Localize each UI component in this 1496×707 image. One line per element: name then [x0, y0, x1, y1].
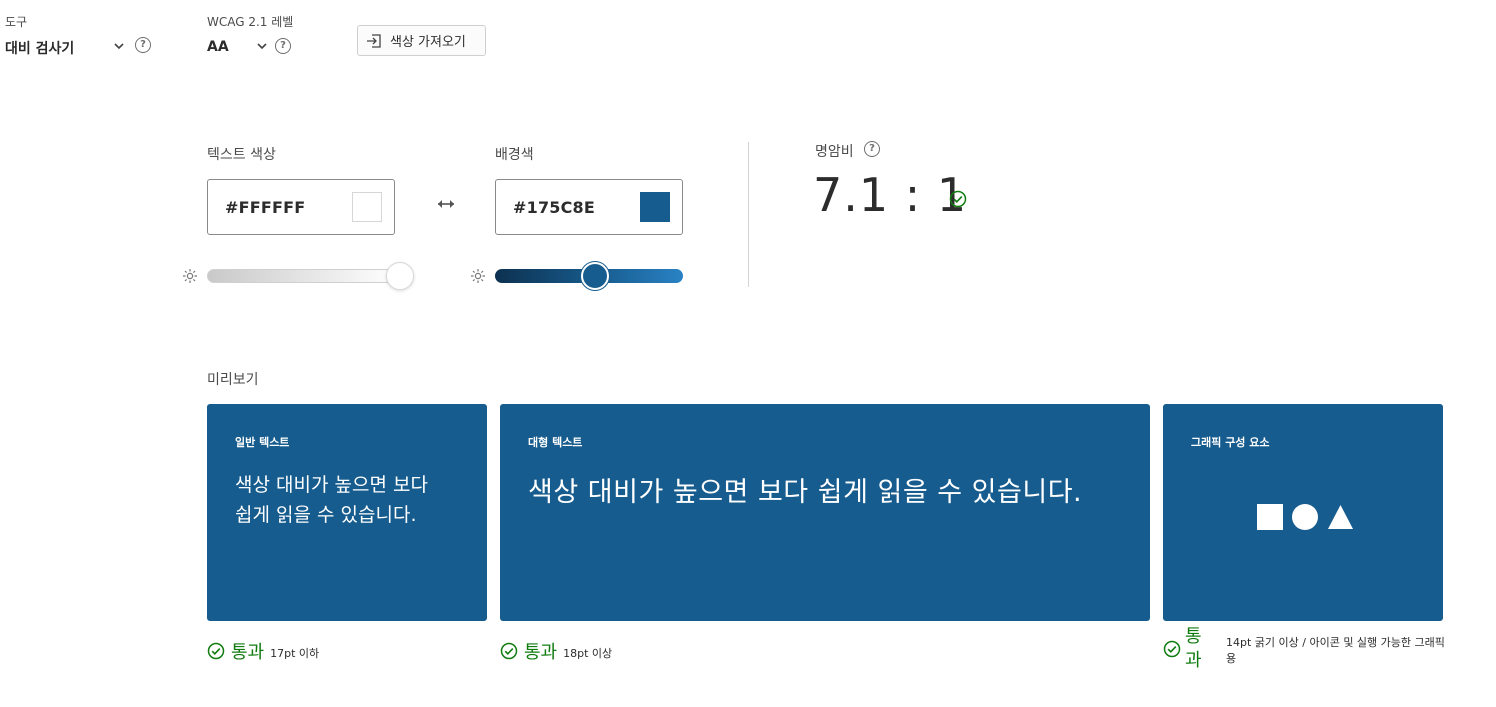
- background-color-swatch[interactable]: [640, 192, 670, 222]
- check-circle-icon: [207, 642, 225, 660]
- large-text-sample: 색상 대비가 높으면 보다 쉽게 읽을 수 있습니다.: [528, 477, 1083, 508]
- normal-text-title: 일반 텍스트: [235, 436, 290, 449]
- normal-text-note: 17pt 이하: [270, 647, 320, 660]
- circle-icon: [1292, 504, 1318, 530]
- graphic-note: 14pt 굵기 이상 / 아이콘 및 실행 가능한 그래픽용: [1226, 636, 1445, 665]
- import-colors-label: 색상 가져오기: [390, 35, 466, 50]
- background-color-label: 배경색: [495, 147, 534, 163]
- preview-label: 미리보기: [207, 372, 259, 388]
- chevron-down-icon: [257, 43, 267, 50]
- import-icon: [367, 33, 381, 48]
- text-brightness-thumb[interactable]: [386, 262, 414, 290]
- triangle-icon: [1328, 505, 1353, 529]
- text-color-swatch[interactable]: [352, 192, 382, 222]
- tool-label: 도구: [5, 15, 28, 29]
- normal-text-pass-label: 통과: [231, 642, 265, 663]
- help-icon[interactable]: ?: [275, 38, 291, 54]
- tool-dropdown[interactable]: 대비 검사기: [5, 36, 155, 57]
- text-color-input[interactable]: #FFFFFF: [207, 179, 395, 235]
- normal-text-result: 통과 17pt 이하: [207, 638, 319, 664]
- chevron-down-icon: [114, 43, 124, 50]
- wcag-level-dropdown[interactable]: AA: [207, 36, 272, 56]
- large-text-result: 통과 18pt 이상: [500, 638, 612, 664]
- contrast-ratio-label: 명암비: [815, 144, 854, 160]
- graphic-title: 그래픽 구성 요소: [1191, 436, 1270, 449]
- graphic-pass-label: 통 과: [1185, 625, 1205, 673]
- check-circle-icon: [949, 190, 967, 208]
- swap-icon[interactable]: [436, 197, 456, 211]
- check-circle-icon: [1163, 640, 1181, 658]
- background-color-input[interactable]: #175C8E: [495, 179, 683, 235]
- section-divider: [748, 142, 749, 287]
- brightness-icon: [471, 269, 485, 283]
- large-text-title: 대형 텍스트: [528, 436, 583, 449]
- check-circle-icon: [500, 642, 518, 660]
- text-color-hex: #FFFFFF: [225, 197, 306, 217]
- text-color-label: 텍스트 색상: [207, 147, 276, 163]
- large-text-pass-label: 통과: [524, 642, 558, 663]
- large-text-preview-card: 대형 텍스트 색상 대비가 높으면 보다 쉽게 읽을 수 있습니다.: [500, 404, 1150, 621]
- background-color-hex: #175C8E: [513, 197, 596, 217]
- wcag-level-label: WCAG 2.1 레벨: [207, 15, 294, 29]
- help-icon[interactable]: ?: [864, 141, 880, 157]
- import-colors-button[interactable]: 색상 가져오기: [357, 25, 486, 56]
- brightness-icon: [183, 269, 197, 283]
- background-brightness-thumb[interactable]: [581, 262, 609, 290]
- graphic-pass-label-line2: 과: [1185, 650, 1202, 671]
- graphic-pass-label-line1: 통: [1185, 626, 1202, 647]
- large-text-note: 18pt 이상: [563, 647, 613, 660]
- help-icon[interactable]: ?: [135, 37, 151, 53]
- graphic-preview-card: 그래픽 구성 요소: [1163, 404, 1443, 621]
- tool-dropdown-value: 대비 검사기: [5, 41, 75, 57]
- text-brightness-slider[interactable]: [207, 269, 399, 283]
- contrast-ratio-value: 7.1 : 1: [813, 168, 968, 222]
- square-icon: [1257, 504, 1283, 530]
- normal-text-preview-card: 일반 텍스트 색상 대비가 높으면 보다 쉽게 읽을 수 있습니다.: [207, 404, 487, 621]
- normal-text-sample: 색상 대비가 높으면 보다 쉽게 읽을 수 있습니다.: [235, 474, 428, 526]
- wcag-level-value: AA: [207, 39, 229, 55]
